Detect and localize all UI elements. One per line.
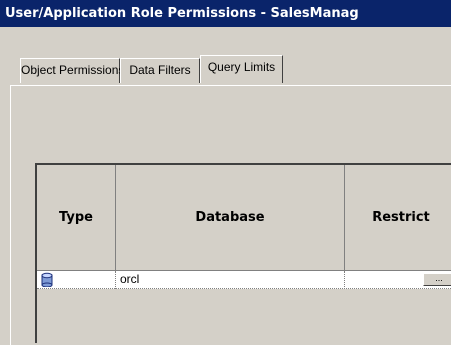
window-title: User/Application Role Permissions - Sale… [0, 0, 451, 27]
database-cell[interactable]: orcl [116, 271, 345, 289]
tab-object-permissions[interactable]: Object Permissions [20, 58, 124, 83]
restrict-button[interactable]: ... [423, 273, 451, 286]
table-row[interactable]: orcl ... [37, 271, 451, 289]
restrict-cell: ... [345, 271, 451, 289]
column-header-restrict[interactable]: Restrict [345, 165, 451, 271]
query-limits-grid: Type Database Restrict orcl ... [35, 163, 451, 343]
column-header-type[interactable]: Type [37, 165, 116, 271]
column-header-database[interactable]: Database [116, 165, 345, 271]
type-cell[interactable] [37, 271, 116, 289]
database-icon [41, 272, 53, 292]
tab-query-limits[interactable]: Query Limits [200, 55, 283, 83]
tab-data-filters[interactable]: Data Filters [120, 58, 200, 83]
